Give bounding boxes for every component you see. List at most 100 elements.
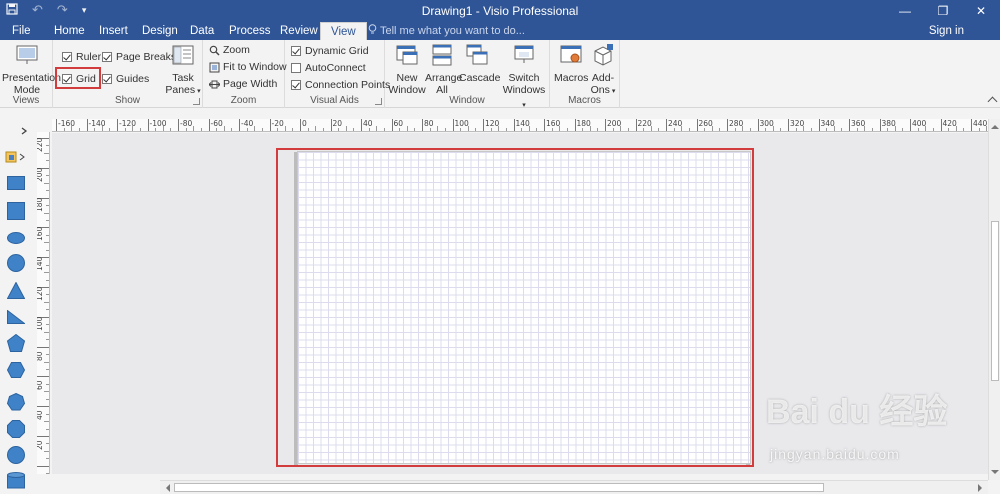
restore-icon[interactable]: ❐ [924, 0, 962, 22]
ruler-minor-tick [46, 145, 49, 147]
zoom-label: Zoom [223, 44, 250, 56]
tab-design[interactable]: Design [142, 22, 178, 40]
tab-data[interactable]: Data [190, 22, 214, 40]
ruler-tick [86, 119, 88, 131]
scroll-right-icon[interactable] [978, 484, 986, 492]
ruler-label: 80 [424, 119, 434, 128]
scroll-down-icon[interactable] [991, 470, 999, 478]
ruler-minor-tick [658, 128, 660, 131]
ruler-minor-tick [460, 128, 462, 131]
octagon-shape-icon[interactable] [7, 420, 25, 438]
ruler-minor-tick [223, 126, 225, 131]
ruler-minor-tick [46, 205, 49, 207]
tab-home[interactable]: Home [54, 22, 85, 40]
ruler-label: 60 [37, 380, 44, 391]
ruler-label: 420 [942, 119, 957, 128]
add-ons-button[interactable]: Add- Ons ▾ [588, 43, 618, 98]
scroll-left-icon[interactable] [162, 484, 170, 492]
grid-highlight-box [55, 67, 101, 89]
rectangle-shape-icon[interactable] [7, 176, 25, 190]
page-width-label: Page Width [223, 78, 278, 90]
ruler-label: 100 [37, 316, 44, 331]
ruler-minor-tick [78, 128, 80, 131]
tab-view[interactable]: View [320, 22, 367, 40]
dynamic-grid-checkbox[interactable]: Dynamic Grid [291, 45, 369, 57]
cascade-button[interactable]: Cascade [459, 43, 500, 84]
task-panes-button[interactable]: Task Panes ▾ [165, 43, 201, 98]
group-visual-aids: Dynamic Grid AutoConnect Connection Poin… [285, 40, 390, 108]
ruler-minor-tick [780, 128, 782, 131]
tab-process[interactable]: Process [229, 22, 271, 40]
ruler-tick [361, 119, 362, 131]
heptagon-shape-icon[interactable] [7, 393, 25, 411]
ruler-tick [208, 119, 210, 131]
sign-in-link[interactable]: Sign in [929, 22, 964, 40]
vertical-scroll-thumb[interactable] [991, 221, 999, 381]
triangle-shape-icon[interactable] [7, 282, 25, 299]
visual-aids-dialog-launcher-icon[interactable] [375, 98, 382, 105]
ruler-minor-tick [231, 128, 233, 131]
new-window-button[interactable]: New Window [387, 43, 427, 96]
ruler-minor-tick [170, 128, 172, 131]
shapes-panel [0, 118, 34, 494]
circle-shape-icon[interactable] [7, 254, 25, 272]
scroll-up-icon[interactable] [991, 121, 999, 129]
ruler-label: -40 [241, 119, 254, 128]
horizontal-scrollbar[interactable] [160, 480, 988, 494]
ellipse-shape-icon[interactable] [7, 232, 25, 244]
pentagon-shape-icon[interactable] [7, 334, 25, 352]
tab-insert[interactable]: Insert [99, 22, 128, 40]
close-icon[interactable]: ✕ [962, 0, 1000, 22]
fit-to-window-button[interactable]: Fit to Window [209, 61, 287, 73]
zoom-button[interactable]: Zoom [209, 44, 250, 56]
cylinder-shape-icon[interactable] [7, 472, 25, 490]
horizontal-scroll-thumb[interactable] [174, 483, 824, 492]
ribbon-tabs: File Home Insert Design Data Process Rev… [0, 22, 1000, 40]
ruler-minor-tick [414, 128, 416, 131]
ruler-label: 200 [607, 119, 622, 128]
ruler-minor-tick [155, 128, 157, 131]
decagon-shape-icon[interactable] [7, 446, 25, 464]
presentation-mode-label-1: Presentation [2, 72, 61, 84]
connection-points-checkbox[interactable]: Connection Points [291, 79, 390, 91]
ruler-minor-tick [627, 128, 629, 131]
tab-review[interactable]: Review [280, 22, 318, 40]
show-dialog-launcher-icon[interactable] [193, 98, 200, 105]
guides-checkbox[interactable]: Guides [102, 73, 149, 85]
ruler-checkbox[interactable]: Ruler [62, 51, 101, 63]
autoconnect-checkbox[interactable]: AutoConnect [291, 62, 366, 74]
ruler-minor-tick [948, 128, 950, 131]
ruler-minor-tick [292, 128, 294, 131]
chevron-down-icon: ▾ [609, 88, 616, 95]
presentation-mode-button[interactable]: Presentation Mode [2, 43, 61, 96]
tab-file[interactable]: File [12, 22, 31, 40]
task-panes-icon [172, 45, 194, 65]
ruler-tick [422, 119, 423, 131]
ruler-label: Ruler [76, 51, 102, 63]
page-width-button[interactable]: Page Width [209, 78, 277, 90]
page-breaks-check-icon [102, 52, 112, 62]
vertical-scrollbar[interactable] [988, 119, 1000, 480]
ruler-label: 320 [790, 119, 805, 128]
square-shape-icon[interactable] [7, 202, 25, 220]
vertical-ruler[interactable]: 220200180160140120100806040200 [37, 132, 50, 474]
ruler-minor-tick [734, 128, 736, 131]
expand-panel-icon[interactable] [20, 127, 28, 135]
ruler-minor-tick [44, 212, 49, 214]
tell-me-search[interactable]: Tell me what you want to do... [368, 22, 525, 40]
ruler-minor-tick [46, 294, 49, 296]
ruler-label: 180 [576, 119, 591, 128]
stencil-menu-icon[interactable] [5, 150, 27, 164]
ruler-minor-tick [383, 128, 385, 131]
ruler-label: 20 [37, 440, 44, 450]
horizontal-ruler[interactable]: -160 -140 -120 -100 -80 -60 -40 -20 0 20 40 60 80 100… [52, 119, 988, 132]
right-triangle-shape-icon[interactable] [7, 310, 25, 324]
ruler-minor-tick [505, 128, 507, 131]
magnifier-icon [209, 45, 220, 56]
minimize-icon[interactable]: — [886, 0, 924, 22]
ruler-label: 20 [332, 119, 343, 128]
ruler-minor-tick [978, 128, 980, 131]
macros-button[interactable]: Macros [554, 43, 588, 84]
hexagon-shape-icon[interactable] [7, 362, 25, 378]
arrange-all-button[interactable]: Arrange All [425, 43, 462, 96]
